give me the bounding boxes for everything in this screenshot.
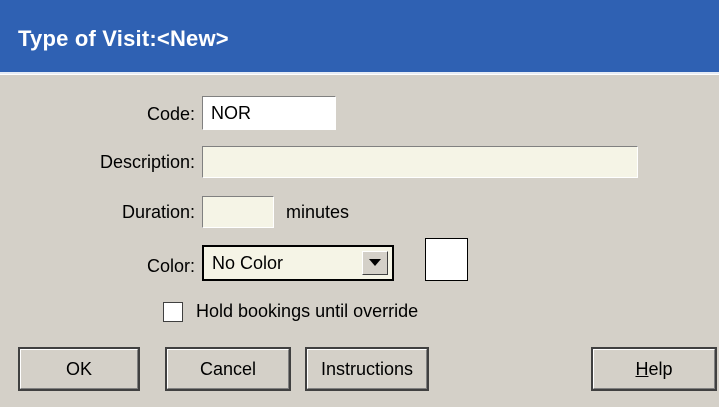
description-field[interactable] — [202, 146, 638, 178]
help-button[interactable]: Help — [591, 347, 717, 391]
help-button-label: Help — [635, 359, 672, 379]
hold-bookings-checkbox[interactable] — [163, 302, 183, 322]
ok-button[interactable]: OK — [18, 347, 140, 391]
instructions-button[interactable]: Instructions — [305, 347, 429, 391]
help-button-mnemonic: H — [635, 359, 649, 379]
color-select[interactable]: No Color — [202, 245, 394, 281]
title-bar: Type of Visit:<New> — [0, 0, 719, 74]
type-of-visit-dialog: Type of Visit:<New> Code: Description: D… — [0, 0, 719, 407]
window-title: Type of Visit:<New> — [18, 26, 229, 51]
code-label: Code: — [146, 104, 195, 124]
code-field[interactable] — [202, 96, 336, 130]
color-select-value: No Color — [212, 253, 284, 273]
color-select-box: No Color — [204, 247, 392, 279]
color-dropdown-button[interactable] — [362, 251, 388, 275]
color-label: Color: — [146, 256, 195, 276]
hold-bookings-label[interactable]: Hold bookings until override — [196, 301, 418, 322]
duration-unit-label: minutes — [286, 202, 350, 222]
chevron-down-icon — [369, 259, 381, 266]
duration-field[interactable] — [202, 196, 274, 228]
cancel-button[interactable]: Cancel — [165, 347, 291, 391]
cancel-button-label: Cancel — [199, 359, 257, 379]
ok-button-label: OK — [65, 359, 92, 379]
help-button-label-after: elp — [648, 359, 673, 379]
instructions-button-label: Instructions — [320, 359, 414, 379]
color-swatch-button[interactable] — [425, 238, 468, 281]
description-label: Description: — [99, 152, 195, 172]
duration-label: Duration: — [121, 202, 195, 222]
form-panel — [0, 74, 719, 338]
